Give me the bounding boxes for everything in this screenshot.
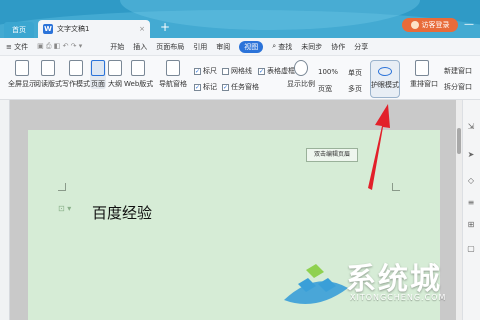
sliders-icon[interactable]: ≡ <box>466 198 476 208</box>
check-icon: ✓ <box>222 83 229 91</box>
new-window-button[interactable]: 新建窗口 <box>444 66 472 76</box>
document-tab-title: 文字文稿1 <box>57 25 90 33</box>
reading-icon <box>41 60 55 76</box>
task-pane-checkbox[interactable]: ✓ 任务窗格 <box>222 82 259 92</box>
ruler-checkbox[interactable]: ✓ 标尺 <box>194 66 217 76</box>
check-icon: ✓ <box>194 67 201 75</box>
web-layout-button[interactable]: Web版式 <box>124 60 154 89</box>
outline-icon <box>108 60 122 76</box>
expand-icon[interactable]: ⇲ <box>466 122 476 132</box>
document-body-text[interactable]: 百度经验 <box>92 202 152 223</box>
task-pane-label: 任务窗格 <box>231 83 259 91</box>
eye-icon <box>378 67 392 76</box>
web-icon <box>131 60 145 76</box>
cursor-icon[interactable]: ➤ <box>466 150 476 160</box>
quick-access-icons[interactable]: ▣ ⎙ ◧ ↶ ↷ ▾ <box>37 42 82 51</box>
login-button[interactable]: 访客登录 <box>402 18 458 32</box>
window-icon <box>415 60 429 76</box>
zoom-100-button[interactable]: 100% <box>318 68 338 76</box>
checkbox-icon <box>222 67 229 75</box>
menu-file[interactable]: ≡ 文件 <box>6 42 28 52</box>
magnifier-icon <box>294 60 308 76</box>
outline-label: 大纲 <box>108 80 122 88</box>
paragraph-mark-icon[interactable]: ⊡ ▾ <box>58 204 71 213</box>
writing-label: 写作模式 <box>62 80 90 88</box>
nav-pane-label: 导航窗格 <box>159 80 187 88</box>
menu-bar: ≡ 文件 ▣ ⎙ ◧ ↶ ↷ ▾ 开始 插入 页面布局 引用 审阅 视图 ⌕ 查… <box>0 38 480 56</box>
left-ruler <box>0 100 10 320</box>
minimize-button[interactable]: — <box>464 19 474 30</box>
display-ratio-label: 显示比例 <box>287 80 315 88</box>
close-tab-icon[interactable]: × <box>139 25 145 33</box>
logo-swoosh <box>284 281 348 304</box>
page-label: 页面 <box>91 80 105 88</box>
tab-layout[interactable]: 页面布局 <box>156 42 184 52</box>
watermark-text: 系统城 <box>346 262 442 297</box>
nav-pane-icon <box>166 60 180 76</box>
markup-checkbox[interactable]: ✓ 标记 <box>194 82 217 92</box>
grid-label: 网格线 <box>231 67 252 75</box>
search-label[interactable]: 查找 <box>278 42 292 52</box>
display-ratio-button[interactable]: 显示比例 <box>286 60 316 89</box>
markup-label: 标记 <box>203 83 217 91</box>
tab-review[interactable]: 审阅 <box>216 42 230 52</box>
title-bar: 首页 W 文字文稿1 × + 访客登录 — <box>0 0 480 38</box>
arrow-shape <box>368 104 390 190</box>
fullscreen-icon <box>15 60 29 76</box>
fullscreen-label: 全屏显示 <box>8 80 36 88</box>
split-window-button[interactable]: 拆分窗口 <box>444 82 472 92</box>
check-icon: ✓ <box>194 83 201 91</box>
page-view-button[interactable]: 页面 <box>90 60 106 89</box>
tab-home[interactable]: 首页 <box>4 22 34 38</box>
ruler-label: 标尺 <box>203 67 217 75</box>
search-icon[interactable]: ⌕ <box>272 42 276 51</box>
header-edit-tooltip[interactable]: 双击编辑页眉 <box>306 148 358 162</box>
reading-mode-button[interactable]: 阅读版式 <box>34 60 62 89</box>
page-icon <box>91 60 105 76</box>
eye-protection-label: 护眼模式 <box>371 81 399 89</box>
writer-logo-icon: W <box>43 24 53 34</box>
tab-start[interactable]: 开始 <box>110 42 124 52</box>
unsync-status[interactable]: 未同步 <box>301 42 322 52</box>
ribbon-view: 全屏显示 阅读版式 写作模式 页面 大纲 Web版式 导航窗格 ✓ 标尺 网格线 … <box>0 56 480 100</box>
check-icon: ✓ <box>258 67 265 75</box>
web-label: Web版式 <box>124 80 154 88</box>
multi-page-button[interactable]: 多页 <box>348 84 362 94</box>
rearrange-window-button[interactable]: 重排窗口 <box>410 60 438 89</box>
pointer-arrow <box>368 104 390 190</box>
reading-label: 阅读版式 <box>34 80 62 88</box>
nav-pane-button[interactable]: 导航窗格 <box>158 60 188 89</box>
eye-protection-button[interactable]: 护眼模式 <box>370 60 400 98</box>
writing-mode-button[interactable]: 写作模式 <box>62 60 90 89</box>
single-page-button[interactable]: 单页 <box>348 68 362 78</box>
tab-references[interactable]: 引用 <box>193 42 207 52</box>
fullscreen-button[interactable]: 全屏显示 <box>8 60 36 89</box>
scrollbar-thumb[interactable] <box>457 128 461 154</box>
share-button[interactable]: 分享 <box>354 42 368 52</box>
login-label: 访客登录 <box>421 21 450 29</box>
rearrange-label: 重排窗口 <box>410 80 438 88</box>
collab-button[interactable]: 协作 <box>331 42 345 52</box>
logo-leaf <box>306 264 324 278</box>
watermark-subtext: XITONGCHENG.COM <box>350 293 447 302</box>
outline-button[interactable]: 大纲 <box>106 60 124 89</box>
tab-insert[interactable]: 插入 <box>133 42 147 52</box>
grid-checkbox[interactable]: 网格线 <box>222 66 252 76</box>
margin-corner-mark <box>392 183 400 191</box>
page-width-button[interactable]: 页宽 <box>318 84 332 94</box>
margin-corner-mark <box>58 183 66 191</box>
writing-icon <box>69 60 83 76</box>
tab-document[interactable]: W 文字文稿1 × <box>38 20 150 38</box>
table-icon[interactable]: ⊞ <box>466 220 476 230</box>
tab-view[interactable]: 视图 <box>239 40 264 53</box>
eraser-icon[interactable]: ◇ <box>466 176 476 186</box>
new-tab-button[interactable]: + <box>160 20 170 34</box>
avatar-icon <box>410 21 419 29</box>
